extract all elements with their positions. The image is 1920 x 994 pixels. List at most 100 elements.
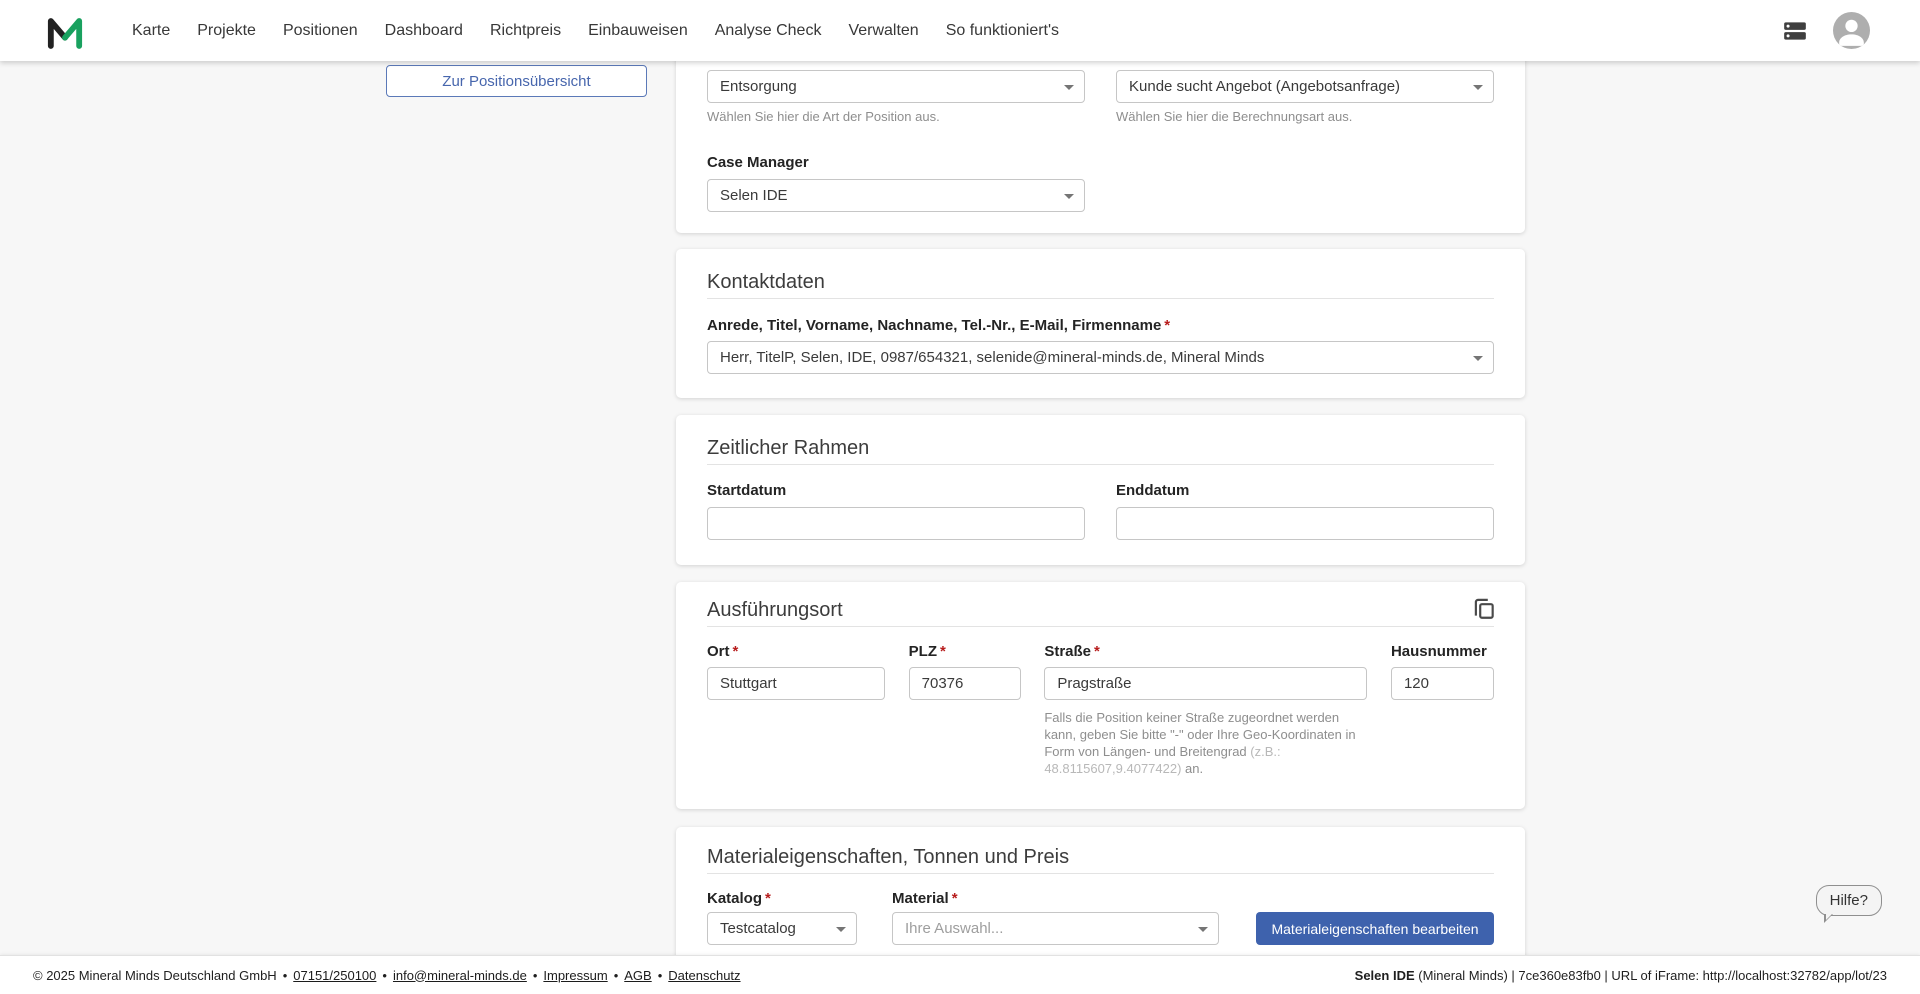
back-to-positions-button[interactable]: Zur Positionsübersicht bbox=[386, 65, 647, 97]
calculation-type-field: Kunde sucht Angebot (Angebotsanfrage) Wä… bbox=[1116, 70, 1494, 125]
material-select[interactable]: Ihre Auswahl... bbox=[892, 912, 1219, 945]
case-manager-value: Selen IDE bbox=[720, 187, 788, 204]
enddatum-label: Enddatum bbox=[1116, 482, 1494, 500]
position-type-select[interactable]: Entsorgung bbox=[707, 70, 1085, 103]
mineral-minds-logo-icon bbox=[45, 11, 85, 51]
mineral-minds-logo[interactable] bbox=[44, 10, 86, 52]
copy-icon[interactable] bbox=[1471, 595, 1497, 621]
required-marker: * bbox=[940, 643, 946, 660]
calculation-type-select[interactable]: Kunde sucht Angebot (Angebotsanfrage) bbox=[1116, 70, 1494, 103]
divider bbox=[707, 298, 1494, 299]
ort-input[interactable] bbox=[707, 667, 885, 700]
startdatum-input[interactable] bbox=[707, 507, 1085, 540]
katalog-select[interactable]: Testcatalog bbox=[707, 912, 857, 945]
calculation-type-helper: Wählen Sie hier die Berechnungsart aus. bbox=[1116, 108, 1494, 125]
footer-link-impressum[interactable]: Impressum bbox=[543, 968, 607, 983]
nav-item-verwalten[interactable]: Verwalten bbox=[848, 22, 918, 40]
startdatum-label: Startdatum bbox=[707, 482, 1085, 500]
hausnummer-label: Hausnummer bbox=[1391, 643, 1494, 661]
help-button[interactable]: Hilfe? bbox=[1816, 885, 1882, 916]
strasse-label-text: Straße bbox=[1044, 643, 1091, 660]
strasse-field: Straße* Falls die Position keiner Straße… bbox=[1044, 643, 1367, 777]
main-nav: Karte Projekte Positionen Dashboard Rich… bbox=[132, 22, 1059, 40]
enddatum-input[interactable] bbox=[1116, 507, 1494, 540]
katalog-label-text: Katalog bbox=[707, 890, 762, 907]
top-navbar: Karte Projekte Positionen Dashboard Rich… bbox=[0, 0, 1920, 61]
material-title: Materialeigenschaften, Tonnen und Preis bbox=[707, 844, 1494, 870]
strasse-helper-text: Falls die Position keiner Straße zugeord… bbox=[1044, 710, 1355, 759]
zeitlicher-rahmen-title: Zeitlicher Rahmen bbox=[707, 435, 1494, 461]
plz-input[interactable] bbox=[909, 667, 1021, 700]
material-label: Material* bbox=[892, 890, 1219, 908]
nav-item-richtpreis[interactable]: Richtpreis bbox=[490, 22, 561, 40]
material-placeholder: Ihre Auswahl... bbox=[905, 920, 1003, 937]
nav-item-projekte[interactable]: Projekte bbox=[197, 22, 256, 40]
plz-label: PLZ* bbox=[909, 643, 1021, 661]
footer-session-info: Selen IDE (Mineral Minds) | 7ce360e83fb0… bbox=[1355, 968, 1887, 983]
strasse-helper-suffix: an. bbox=[1181, 761, 1203, 776]
hausnummer-field: Hausnummer bbox=[1391, 643, 1494, 700]
footer-link-email[interactable]: info@mineral-minds.de bbox=[393, 968, 527, 983]
footer: © 2025 Mineral Minds Deutschland GmbH • … bbox=[0, 955, 1920, 994]
position-type-value: Entsorgung bbox=[720, 78, 797, 95]
server-icon[interactable] bbox=[1779, 18, 1811, 44]
footer-separator: • bbox=[533, 968, 538, 983]
required-marker: * bbox=[1094, 643, 1100, 660]
katalog-label: Katalog* bbox=[707, 890, 857, 908]
kontaktdaten-card: Kontaktdaten Anrede, Titel, Vorname, Nac… bbox=[676, 249, 1525, 398]
footer-session-details: (Mineral Minds) | 7ce360e83fb0 | URL of … bbox=[1415, 968, 1887, 983]
footer-separator: • bbox=[382, 968, 387, 983]
footer-link-datenschutz[interactable]: Datenschutz bbox=[668, 968, 740, 983]
case-manager-label: Case Manager bbox=[707, 154, 1494, 172]
katalog-value: Testcatalog bbox=[720, 920, 796, 937]
strasse-input[interactable] bbox=[1044, 667, 1367, 700]
contact-label: Anrede, Titel, Vorname, Nachname, Tel.-N… bbox=[707, 317, 1494, 335]
footer-separator: • bbox=[614, 968, 619, 983]
material-field: Material* Ihre Auswahl... bbox=[892, 890, 1219, 945]
katalog-field: Katalog* Testcatalog bbox=[707, 890, 857, 945]
caret-down-icon bbox=[1198, 927, 1208, 932]
required-marker: * bbox=[765, 890, 771, 907]
user-avatar[interactable] bbox=[1833, 12, 1870, 49]
calculation-type-value: Kunde sucht Angebot (Angebotsanfrage) bbox=[1129, 78, 1400, 95]
contact-label-text: Anrede, Titel, Vorname, Nachname, Tel.-N… bbox=[707, 317, 1161, 334]
caret-down-icon bbox=[1473, 85, 1483, 90]
ort-label: Ort* bbox=[707, 643, 885, 661]
footer-left: © 2025 Mineral Minds Deutschland GmbH • … bbox=[33, 968, 741, 983]
nav-item-positionen[interactable]: Positionen bbox=[283, 22, 358, 40]
nav-item-karte[interactable]: Karte bbox=[132, 22, 170, 40]
divider bbox=[707, 626, 1494, 627]
hausnummer-input[interactable] bbox=[1391, 667, 1494, 700]
content-copy-icon bbox=[1471, 595, 1497, 621]
contact-value: Herr, TitelP, Selen, IDE, 0987/654321, s… bbox=[720, 349, 1264, 366]
divider bbox=[707, 464, 1494, 465]
material-label-text: Material bbox=[892, 890, 949, 907]
nav-item-so-funktionierts[interactable]: So funktioniert's bbox=[946, 22, 1059, 40]
divider bbox=[707, 873, 1494, 874]
footer-separator: • bbox=[283, 968, 288, 983]
nav-item-analyse-check[interactable]: Analyse Check bbox=[715, 22, 822, 40]
zeitlicher-rahmen-card: Zeitlicher Rahmen Startdatum Enddatum bbox=[676, 415, 1525, 565]
nav-item-dashboard[interactable]: Dashboard bbox=[385, 22, 463, 40]
ort-label-text: Ort bbox=[707, 643, 730, 660]
footer-link-agb[interactable]: AGB bbox=[624, 968, 651, 983]
position-type-helper: Wählen Sie hier die Art der Position aus… bbox=[707, 108, 1085, 125]
kontaktdaten-title: Kontaktdaten bbox=[707, 269, 1494, 295]
ort-field: Ort* bbox=[707, 643, 885, 700]
ausfuehrungsort-card: Ausführungsort Ort* PLZ* bbox=[676, 582, 1525, 809]
caret-down-icon bbox=[836, 927, 846, 932]
ausfuehrungsort-title: Ausführungsort bbox=[707, 597, 1494, 623]
caret-down-icon bbox=[1064, 85, 1074, 90]
nav-item-einbauweisen[interactable]: Einbauweisen bbox=[588, 22, 688, 40]
edit-material-properties-button[interactable]: Materialeigenschaften bearbeiten bbox=[1256, 912, 1494, 945]
required-marker: * bbox=[1164, 317, 1170, 334]
plz-label-text: PLZ bbox=[909, 643, 937, 660]
required-marker: * bbox=[952, 890, 958, 907]
page: Karte Projekte Positionen Dashboard Rich… bbox=[0, 0, 1920, 994]
footer-separator: • bbox=[658, 968, 663, 983]
contact-select[interactable]: Herr, TitelP, Selen, IDE, 0987/654321, s… bbox=[707, 341, 1494, 374]
case-manager-select[interactable]: Selen IDE bbox=[707, 179, 1085, 212]
footer-link-phone[interactable]: 07151/250100 bbox=[293, 968, 376, 983]
person-icon bbox=[1833, 12, 1870, 49]
strasse-label: Straße* bbox=[1044, 643, 1367, 661]
